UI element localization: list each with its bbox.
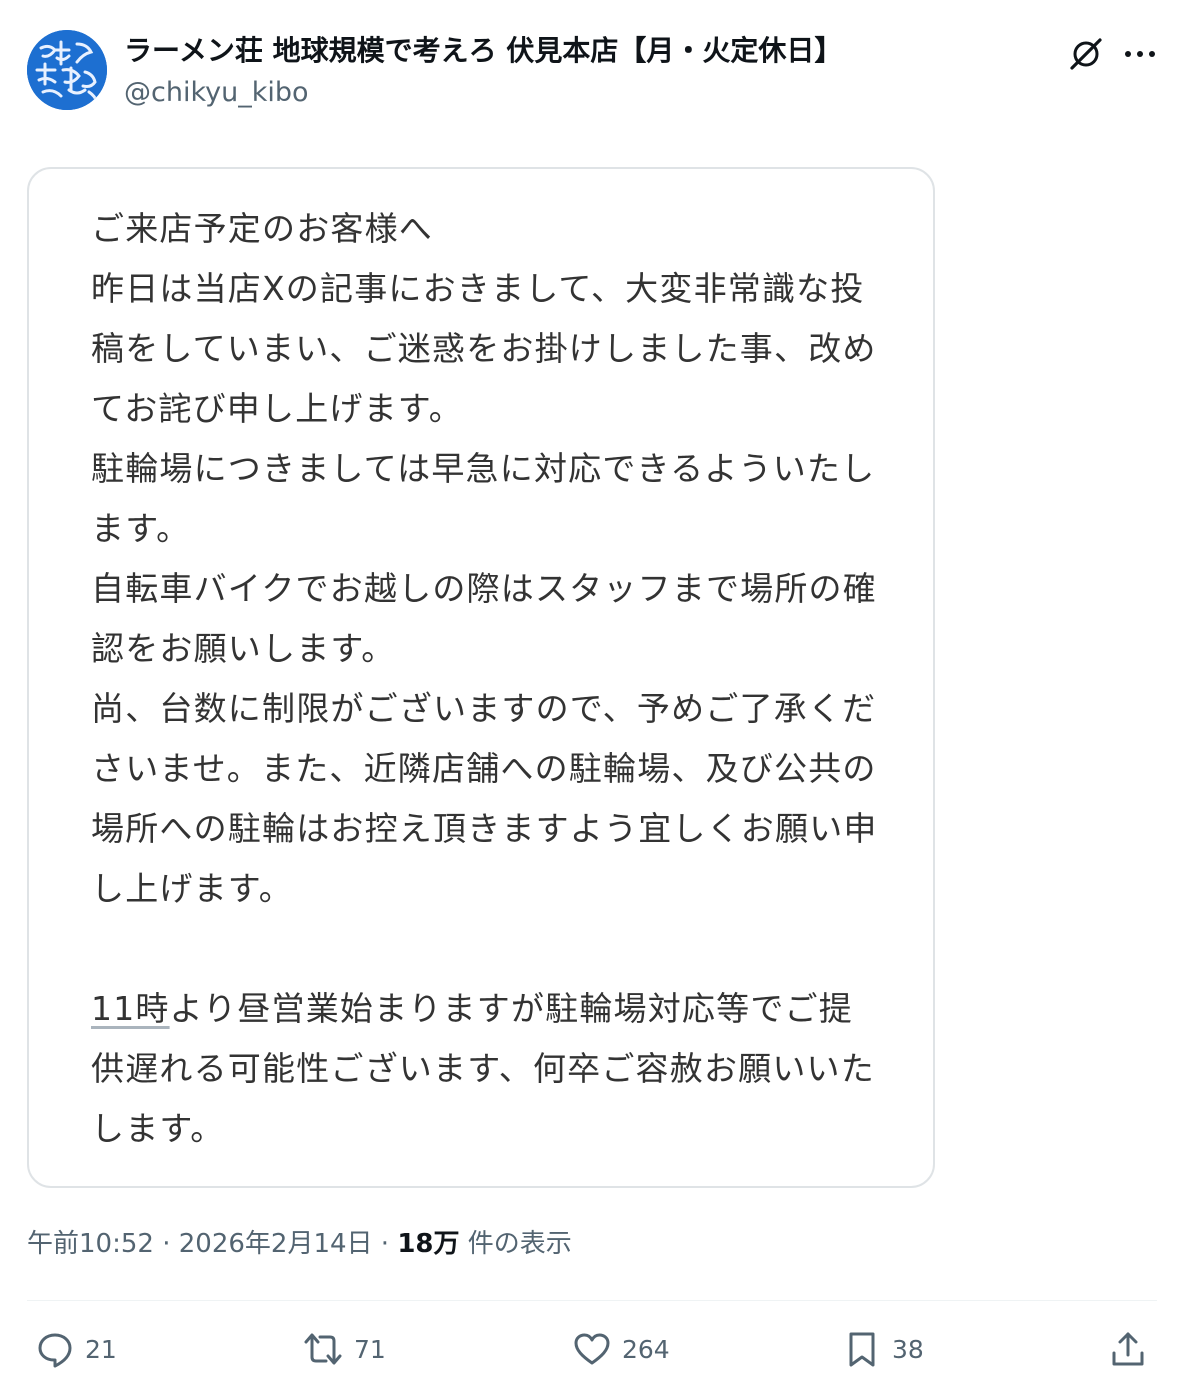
repost-button[interactable]: 71 — [302, 1326, 386, 1372]
reply-count: 21 — [85, 1334, 117, 1364]
notice-time-text: 11時 — [91, 989, 170, 1028]
view-label: 件の表示 — [459, 1229, 572, 1259]
more-options-icon[interactable] — [1120, 34, 1160, 74]
avatar-calligraphy-image — [27, 30, 107, 110]
avatar[interactable] — [27, 30, 107, 110]
bookmark-icon — [849, 1332, 875, 1367]
bookmark-button[interactable]: 38 — [842, 1326, 924, 1372]
repost-icon — [304, 1333, 342, 1365]
share-icon — [1112, 1332, 1144, 1366]
notice-paragraph-rest: より昼営業始まりますが駐輪場対応等でご提供遅れる可能性ございます、何卒ご容赦お願… — [91, 989, 875, 1148]
meta-separator: · — [153, 1229, 179, 1259]
notice-paragraph: 昨日は当店Xの記事におきまして、大変非常識な投稿をしていまい、ご迷惑をお掛けしま… — [91, 269, 877, 428]
like-button[interactable]: 264 — [572, 1326, 670, 1372]
author-display-name[interactable]: ラーメン荘 地球規模で考えろ 伏見本店【月・火定休日】 — [124, 30, 842, 72]
like-count: 264 — [622, 1334, 670, 1364]
heart-icon — [574, 1333, 610, 1365]
notice-paragraph: 駐輪場につきましては早急に対応できるよういたします。 — [91, 449, 876, 548]
meta-separator: · — [372, 1229, 398, 1259]
notice-paragraph: 尚、台数に制限がございますので、予めご了承くださいませ。また、近隣店舗への駐輪場… — [91, 689, 878, 908]
notice-text: ご来店予定のお客様へ 昨日は当店Xの記事におきまして、大変非常識な投稿をしていま… — [91, 199, 881, 1159]
post-meta: 午前10:52 · 2026年2月14日 · 18万 件の表示 — [27, 1225, 572, 1263]
notice-image-card[interactable]: ご来店予定のお客様へ 昨日は当店Xの記事におきまして、大変非常識な投稿をしていま… — [27, 167, 935, 1188]
divider — [27, 1300, 1157, 1301]
share-button[interactable] — [1108, 1326, 1148, 1372]
author-handle[interactable]: @chikyu_kibo — [124, 74, 842, 112]
reply-button[interactable]: 21 — [35, 1326, 117, 1372]
reply-icon — [38, 1333, 72, 1368]
bookmark-count: 38 — [892, 1334, 924, 1364]
post-date[interactable]: 2026年2月14日 — [179, 1229, 373, 1259]
post-time[interactable]: 午前10:52 — [27, 1229, 154, 1259]
grok-icon[interactable] — [1066, 34, 1106, 74]
notice-paragraph-last: 11時より昼営業始まりますが駐輪場対応等でご提供遅れる可能性ございます、何卒ご容… — [91, 979, 881, 1159]
author-info: ラーメン荘 地球規模で考えろ 伏見本店【月・火定休日】 @chikyu_kibo — [124, 30, 842, 112]
notice-paragraph: 自転車バイクでお越しの際はスタッフまで場所の確認をお願いします。 — [91, 569, 877, 668]
view-count[interactable]: 18万 — [397, 1229, 459, 1259]
repost-count: 71 — [354, 1334, 386, 1364]
notice-paragraph: ご来店予定のお客様へ — [91, 209, 433, 248]
